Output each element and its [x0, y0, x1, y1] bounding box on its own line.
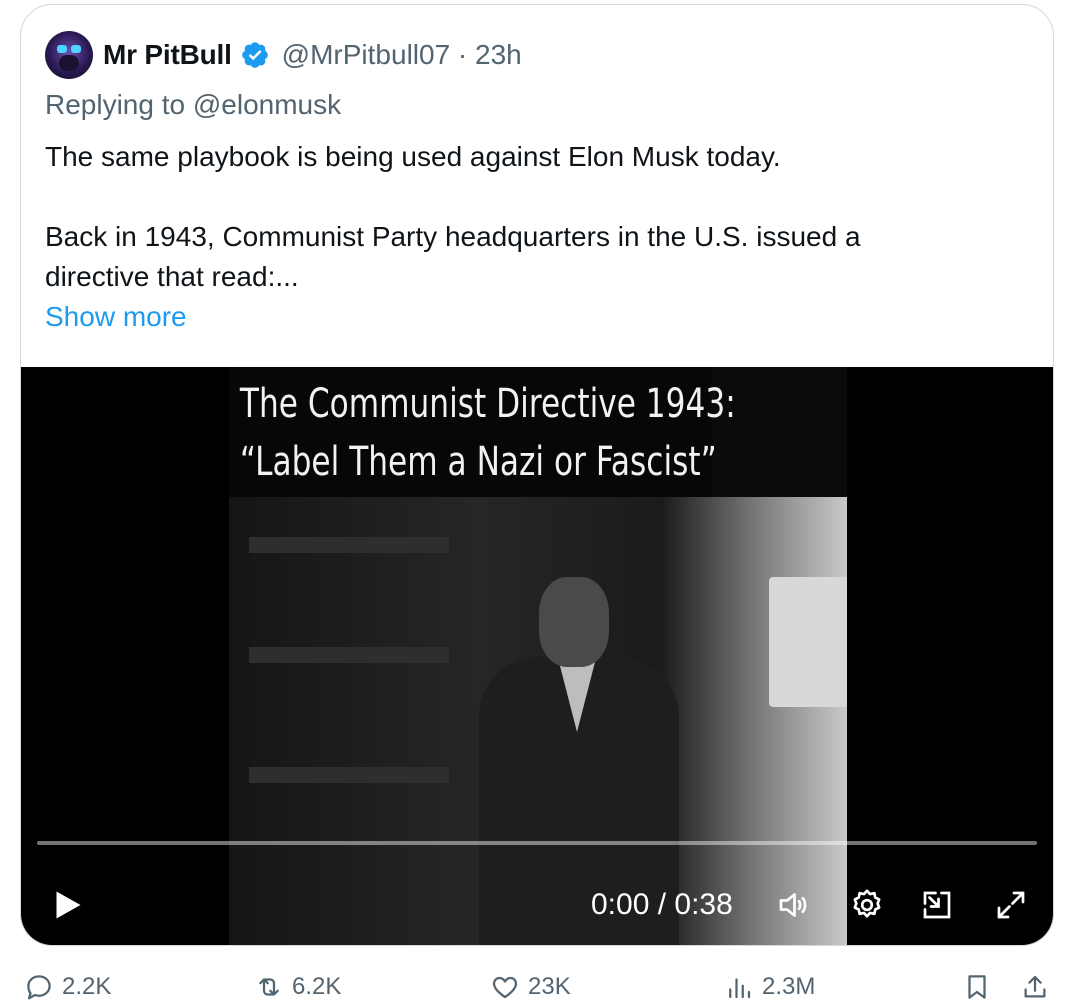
person-head	[539, 577, 609, 667]
video-caption: The Communist Directive 1943: “Label The…	[229, 367, 736, 497]
bookshelf	[249, 537, 449, 553]
reply-icon	[27, 974, 51, 999]
avatar[interactable]	[45, 31, 93, 79]
video-scene	[229, 497, 847, 945]
settings-button[interactable]	[847, 885, 887, 925]
views-button[interactable]: 2.3M	[724, 968, 815, 1005]
tweet-text: The same playbook is being used against …	[45, 137, 1025, 297]
tweet-actions: 2.2K 6.2K 23K 2.3M	[24, 968, 1064, 1005]
avatar-eye-right	[71, 45, 81, 53]
bookmark-button[interactable]	[962, 968, 992, 1005]
video-player[interactable]: The Communist Directive 1943: “Label The…	[21, 367, 1053, 945]
video-frame: The Communist Directive 1943: “Label The…	[229, 367, 847, 945]
tweet-text-line: The same playbook is being used against …	[45, 141, 781, 172]
lamp	[769, 577, 847, 707]
pip-button[interactable]	[917, 885, 957, 925]
video-caption-line: The Communist Directive 1943:	[239, 381, 736, 427]
play-icon	[56, 891, 81, 919]
gear-icon	[853, 889, 881, 918]
like-count: 23K	[528, 972, 571, 1000]
video-progress-bar[interactable]	[37, 841, 1037, 845]
repost-button[interactable]: 6.2K	[254, 968, 341, 1005]
tweet-text-line: directive that read:...	[45, 261, 299, 292]
bookshelf	[249, 647, 449, 663]
fullscreen-button[interactable]	[991, 885, 1031, 925]
views-count: 2.3M	[762, 972, 816, 1000]
author-handle-time[interactable]: @MrPitbull07 · 23h	[282, 39, 522, 71]
video-time: 0:00 / 0:38	[591, 888, 733, 921]
retweet-icon	[259, 977, 279, 996]
bookmark-icon	[968, 974, 986, 999]
share-icon	[1024, 975, 1046, 997]
show-more-link[interactable]: Show more	[45, 297, 187, 337]
repost-count: 6.2K	[292, 972, 342, 1000]
reply-count: 2.2K	[62, 972, 112, 1000]
tweet-text-line: Back in 1943, Communist Party headquarte…	[45, 221, 861, 252]
volume-icon	[779, 893, 807, 917]
video-caption-line: “Label Them a Nazi or Fascist”	[239, 439, 717, 485]
share-button[interactable]	[1020, 968, 1050, 1005]
verified-badge-icon	[241, 42, 268, 68]
heart-icon	[492, 976, 518, 998]
tweet-card[interactable]: Mr PitBull @MrPitbull07 · 23h Replying t…	[20, 4, 1054, 946]
play-button[interactable]	[45, 883, 89, 927]
avatar-snout	[59, 55, 79, 71]
replying-to[interactable]: Replying to @elonmusk	[45, 89, 341, 121]
fullscreen-icon	[997, 891, 1025, 919]
like-button[interactable]: 23K	[490, 968, 571, 1005]
picture-in-picture-icon	[923, 891, 951, 919]
bookshelf	[249, 767, 449, 783]
reply-button[interactable]: 2.2K	[24, 968, 111, 1005]
volume-button[interactable]	[773, 885, 813, 925]
author-name[interactable]: Mr PitBull	[103, 39, 232, 71]
tweet-header: Mr PitBull @MrPitbull07 · 23h	[45, 31, 522, 79]
avatar-eye-left	[57, 45, 67, 53]
views-icon	[729, 977, 751, 998]
